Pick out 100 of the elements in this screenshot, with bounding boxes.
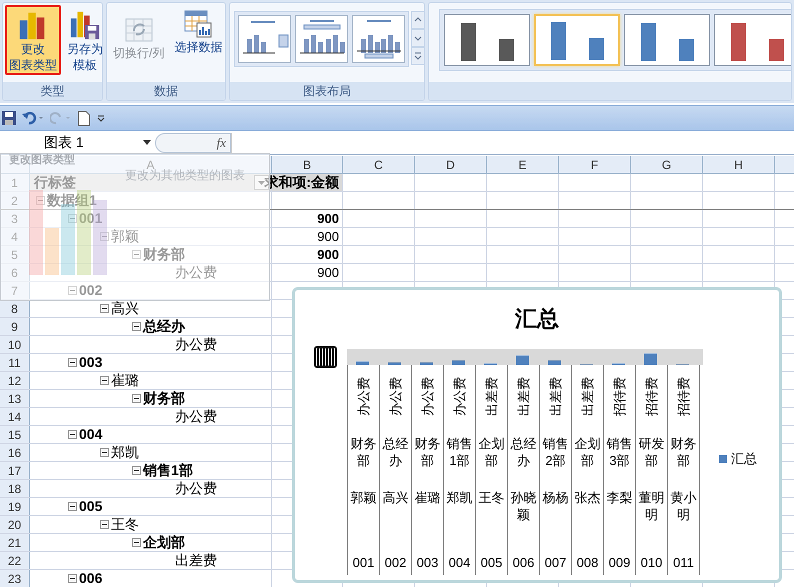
axis-label: 销售2部 xyxy=(542,435,570,469)
axis-label: 009 xyxy=(608,554,630,571)
row-number: 8 xyxy=(11,300,18,318)
row-number: 4 xyxy=(11,228,18,246)
axis-label: 006 xyxy=(512,554,534,571)
axis-label: 郑凯 xyxy=(446,489,474,507)
group-label: 类型 xyxy=(40,83,64,100)
axis-label: 办公费 xyxy=(451,376,468,416)
axis-label: 003 xyxy=(416,554,438,571)
table-cell-text: 财务部 xyxy=(143,389,185,408)
row-number: 18 xyxy=(8,480,22,498)
axis-label: 出差费 xyxy=(547,376,564,416)
axis-label: 办公费 xyxy=(355,376,372,416)
axis-label: 董明明 xyxy=(638,489,666,524)
axis-label: 招待费 xyxy=(611,376,628,416)
table-cell-text: 王冬 xyxy=(111,515,139,534)
table-cell-text: 办公费 xyxy=(175,407,217,426)
table-cell-text: 001 xyxy=(79,209,102,228)
column-header[interactable]: D xyxy=(446,156,455,174)
tooltip-title: 更改图表类型 xyxy=(9,154,75,167)
row-number: 22 xyxy=(8,552,22,570)
axis-label: 王冬 xyxy=(478,489,506,507)
table-cell-text: 900 xyxy=(317,228,339,246)
axis-label: 002 xyxy=(384,554,406,571)
row-number: 3 xyxy=(11,210,18,228)
row-number: 1 xyxy=(11,174,18,192)
column-header[interactable]: B xyxy=(302,156,311,174)
row-number: 5 xyxy=(11,246,18,264)
table-cell-text: 郑凯 xyxy=(111,443,139,462)
table-cell-text: 高兴 xyxy=(111,299,139,318)
table-cell-text: 总经办 xyxy=(143,317,185,336)
table-cell-text: 003 xyxy=(79,353,102,372)
axis-label: 总经办 xyxy=(510,435,538,469)
axis-label: 李梨 xyxy=(606,489,634,507)
axis-label: 总经办 xyxy=(382,435,410,469)
axis-label: 研发部 xyxy=(638,435,666,469)
table-cell-text: 900 xyxy=(317,264,339,282)
row-number: 11 xyxy=(8,354,21,372)
axis-label: 出差费 xyxy=(483,376,500,416)
axis-label: 张杰 xyxy=(574,489,602,507)
row-number: 9 xyxy=(11,318,18,336)
fx-button[interactable]: fx xyxy=(155,132,231,152)
column-header[interactable]: F xyxy=(590,156,598,174)
axis-label: 招待费 xyxy=(643,376,660,416)
table-cell-text: 005 xyxy=(79,497,102,516)
column-header[interactable]: G xyxy=(662,156,672,174)
table-cell-text: 崔璐 xyxy=(111,371,139,390)
axis-label: 004 xyxy=(448,554,470,571)
axis-label: 高兴 xyxy=(382,489,410,507)
column-header[interactable]: E xyxy=(518,156,526,174)
table-cell-text: 企划部 xyxy=(143,533,185,552)
row-number: 19 xyxy=(8,498,22,516)
table-cell-text: 办公费 xyxy=(175,263,217,282)
tooltip-text: 更改为其他类型的图表 xyxy=(125,168,245,184)
table-cell-text: 办公费 xyxy=(175,335,217,354)
group-label: 图表布局 xyxy=(303,83,351,100)
axis-label: 011 xyxy=(673,554,694,571)
table-cell-text: 行标签 xyxy=(32,173,76,192)
table-cell-text: 002 xyxy=(79,281,102,300)
axis-label: 孙晓颖 xyxy=(510,489,538,524)
axis-label: 办公费 xyxy=(387,376,404,416)
table-cell-text: 郭颖 xyxy=(111,227,139,246)
row-number: 23 xyxy=(8,570,22,587)
axis-label: 008 xyxy=(576,554,598,571)
axis-label: 销售3部 xyxy=(606,435,634,469)
axis-label: 黄小明 xyxy=(670,489,698,524)
table-cell-text: 006 xyxy=(79,569,102,587)
ribbon-button[interactable]: 选择数据 xyxy=(170,5,225,75)
axis-label: 财务部 xyxy=(414,435,442,469)
table-cell-text: 财务部 xyxy=(143,245,185,264)
axis-label: 郭颖 xyxy=(350,489,378,507)
chart-area[interactable]: 汇总 办公费 财务部 郭颖 001 办公费 总经办 高兴 002 办公费 财务部 崔璐 003 办公费 销售1部 郑凯 004 出差费 企划部 王冬 005 出差费 总经办 孙晓颖 006 出差费 销售2部 杨杨 007 出差费 企划部 张杰 008 招待费 销售3部 李梨 009 招待费 研发部 董明明 010 招待费 财务部 黄小明 011 汇总 xyxy=(292,287,782,583)
legend-label: 汇总 xyxy=(731,450,757,468)
row-number: 6 xyxy=(11,264,18,282)
row-number: 2 xyxy=(11,192,18,210)
column-header[interactable]: H xyxy=(734,156,743,174)
chart-title: 汇总 xyxy=(515,305,559,333)
axis-label: 财务部 xyxy=(350,435,378,469)
axis-label: 出差费 xyxy=(579,376,596,416)
axis-label: 005 xyxy=(480,554,502,571)
row-number: 16 xyxy=(8,444,22,462)
axis-label: 招待费 xyxy=(675,376,692,416)
column-header[interactable]: C xyxy=(374,156,383,174)
group-label: 数据 xyxy=(154,83,178,100)
row-number: 10 xyxy=(8,336,22,354)
row-number: 21 xyxy=(8,534,22,552)
table-cell-text: 出差费 xyxy=(175,551,217,570)
ribbon-button[interactable]: 更改 图表类型 xyxy=(5,5,61,75)
row-number: 12 xyxy=(8,372,22,390)
axis-label: 出差费 xyxy=(515,376,532,416)
row-number: 20 xyxy=(8,516,22,534)
axis-label: 杨杨 xyxy=(542,489,570,507)
name-box[interactable]: 图表 1 xyxy=(0,132,155,152)
row-number: 15 xyxy=(8,426,22,444)
table-cell-text: 900 xyxy=(317,210,339,228)
axis-label: 010 xyxy=(640,554,662,571)
table-cell-text: 004 xyxy=(79,425,102,444)
table-cell-text: 销售1部 xyxy=(143,461,193,480)
table-cell-text: 900 xyxy=(317,246,339,264)
axis-label: 办公费 xyxy=(419,376,436,416)
